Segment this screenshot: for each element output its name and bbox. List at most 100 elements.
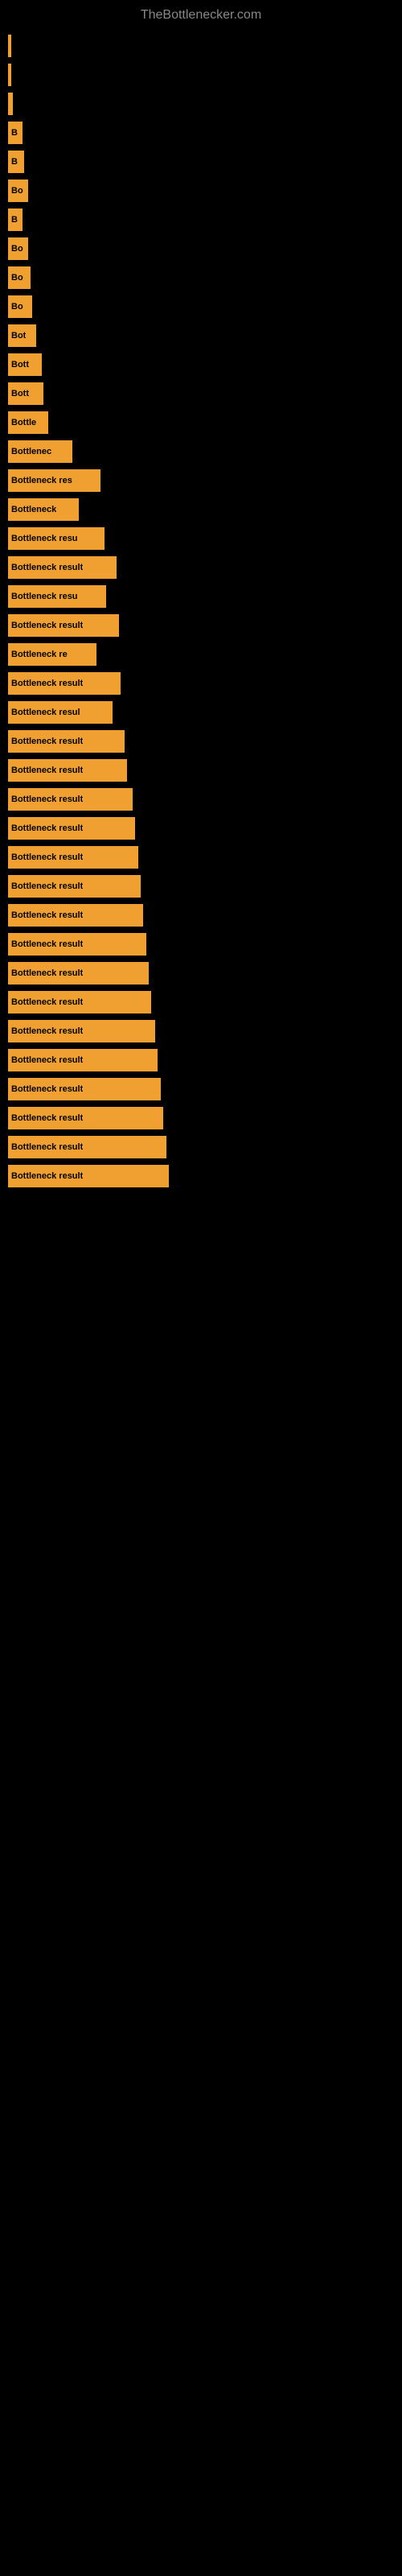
bar-row: Bottleneck result <box>8 1165 394 1187</box>
bar-label: Bott <box>11 389 29 398</box>
bar-label: Bottleneck result <box>11 1171 83 1181</box>
bar: Bo <box>8 180 28 202</box>
bar-row: Bott <box>8 382 394 405</box>
bar-row: Bot <box>8 324 394 347</box>
bar-row: B <box>8 151 394 173</box>
bar: Bottleneck result <box>8 672 121 695</box>
bar-row: Bottleneck result <box>8 875 394 898</box>
bar-row: Bottleneck res <box>8 469 394 492</box>
bar-label: Bottleneck result <box>11 1142 83 1152</box>
bar-label: Bottleneck result <box>11 997 83 1007</box>
bar: Bottleneck result <box>8 759 127 782</box>
bar-row <box>8 64 394 86</box>
bar-label: B <box>11 128 18 138</box>
bar-label: Bottleneck result <box>11 939 83 949</box>
bar-label: Bo <box>11 273 23 283</box>
bar-row: Bottleneck result <box>8 730 394 753</box>
bar: Bottleneck result <box>8 1078 161 1100</box>
bar-label: Bottleneck result <box>11 1113 83 1123</box>
bar: Bottleneck result <box>8 962 149 985</box>
bar-row: Bottleneck re <box>8 643 394 666</box>
bar-row: Bo <box>8 180 394 202</box>
bar-row: Bo <box>8 266 394 289</box>
bar-label: Bottleneck result <box>11 968 83 978</box>
bar-label: Bottleneck re <box>11 650 68 659</box>
bar: Bo <box>8 266 31 289</box>
bar-row: Bottleneck result <box>8 1078 394 1100</box>
bar: Bottleneck re <box>8 643 96 666</box>
bar-row: Bottleneck result <box>8 1049 394 1071</box>
bar: Bottlenec <box>8 440 72 463</box>
bar-row: Bottleneck result <box>8 962 394 985</box>
bar: Bottleneck result <box>8 1020 155 1042</box>
bar <box>8 93 13 115</box>
bar-row: Bo <box>8 237 394 260</box>
bar-label: B <box>11 157 18 167</box>
bar: Bottleneck result <box>8 556 117 579</box>
bar-row: Bott <box>8 353 394 376</box>
bar-label: Bo <box>11 244 23 254</box>
bar-row: Bottleneck result <box>8 759 394 782</box>
bar: Bottleneck resu <box>8 527 105 550</box>
bar-row: B <box>8 122 394 144</box>
bar-row: Bottle <box>8 411 394 434</box>
bar-row: Bottleneck result <box>8 1020 394 1042</box>
bar: Bottleneck result <box>8 788 133 811</box>
bar-row: Bottleneck resu <box>8 585 394 608</box>
bar: Bottleneck result <box>8 730 125 753</box>
bar: Bottleneck resul <box>8 701 113 724</box>
bar-label: B <box>11 215 18 225</box>
bar-label: Bottleneck result <box>11 910 83 920</box>
bar: Bot <box>8 324 36 347</box>
bar: Bottleneck <box>8 498 79 521</box>
bar-label: Bottleneck res <box>11 476 72 485</box>
bar: Bottleneck result <box>8 875 141 898</box>
bar-row: Bottleneck result <box>8 904 394 927</box>
bar: B <box>8 122 23 144</box>
bar-label: Bottleneck result <box>11 563 83 572</box>
bar <box>8 64 11 86</box>
bar-label: Bott <box>11 360 29 369</box>
bar-row <box>8 93 394 115</box>
bar: Bottleneck res <box>8 469 100 492</box>
bar-row: Bottleneck result <box>8 614 394 637</box>
bar: Bottleneck result <box>8 904 143 927</box>
bar: Bott <box>8 353 42 376</box>
bar-row: Bottleneck result <box>8 846 394 869</box>
bar-label: Bottleneck result <box>11 679 83 688</box>
bar-row: Bottleneck result <box>8 933 394 956</box>
bar: Bottle <box>8 411 48 434</box>
bar-row: Bottleneck result <box>8 1136 394 1158</box>
bar: Bottleneck result <box>8 614 119 637</box>
bar-row: B <box>8 208 394 231</box>
bar: Bo <box>8 295 32 318</box>
bar-label: Bot <box>11 331 26 341</box>
bar: Bottleneck result <box>8 1136 166 1158</box>
bar-row: Bottleneck result <box>8 991 394 1013</box>
bar-label: Bottle <box>11 418 36 427</box>
bar: Bottleneck resu <box>8 585 106 608</box>
bar-row: Bottleneck result <box>8 556 394 579</box>
bar-label: Bottleneck result <box>11 1026 83 1036</box>
bar: Bo <box>8 237 28 260</box>
bar: B <box>8 208 23 231</box>
bar: Bottleneck result <box>8 991 151 1013</box>
bar-row <box>8 35 394 57</box>
bar-label: Bo <box>11 302 23 312</box>
bar-label: Bottleneck result <box>11 795 83 804</box>
bar-row: Bottleneck result <box>8 788 394 811</box>
bar-row: Bottleneck resu <box>8 527 394 550</box>
bar-label: Bottleneck resu <box>11 534 78 543</box>
bar-label: Bottleneck result <box>11 881 83 891</box>
bar-label: Bo <box>11 186 23 196</box>
bar-label: Bottleneck result <box>11 1084 83 1094</box>
bar <box>8 35 11 57</box>
bar: Bottleneck result <box>8 933 146 956</box>
bar-label: Bottleneck result <box>11 824 83 833</box>
bar-label: Bottleneck result <box>11 621 83 630</box>
site-title: TheBottlenecker.com <box>0 0 402 27</box>
bar: Bottleneck result <box>8 846 138 869</box>
bar: Bottleneck result <box>8 1049 158 1071</box>
bar-row: Bottlenec <box>8 440 394 463</box>
bar-row: Bottleneck resul <box>8 701 394 724</box>
